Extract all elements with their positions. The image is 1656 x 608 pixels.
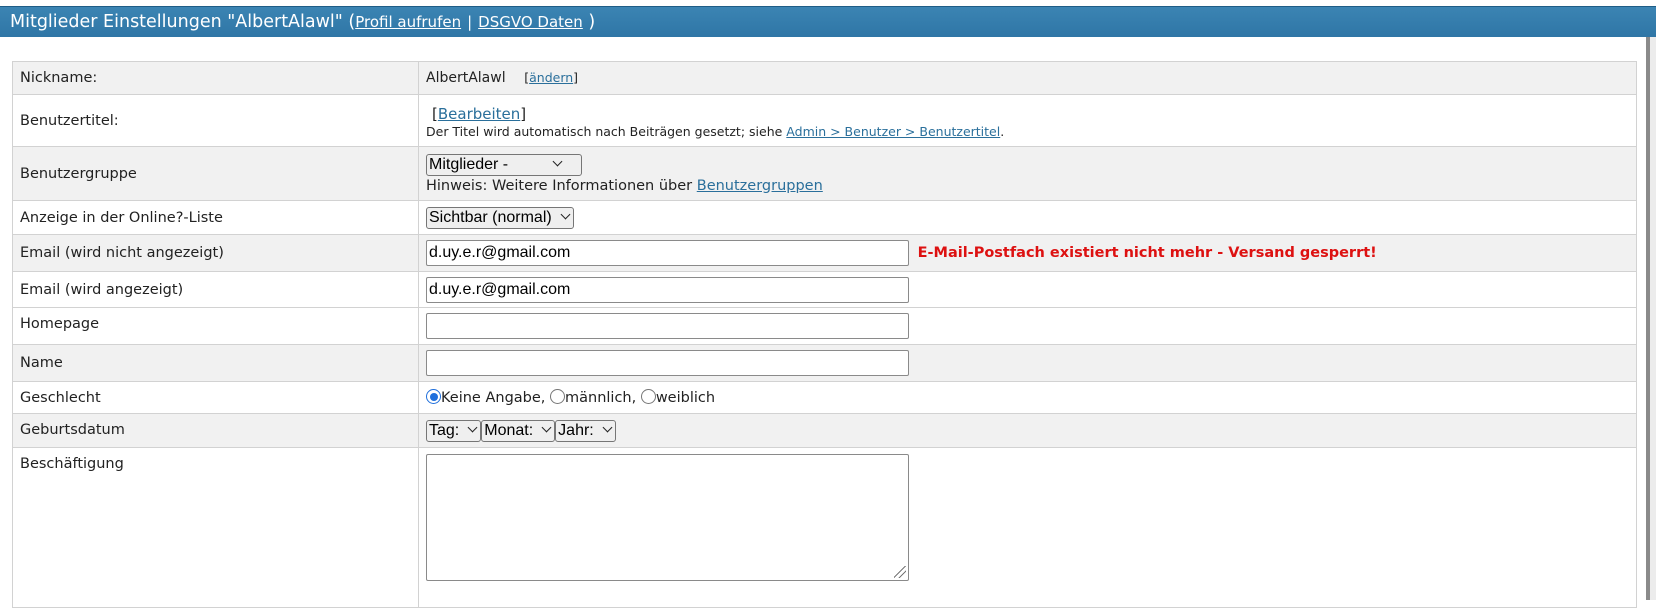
email-warning: E-Mail-Postfach existiert nicht mehr - V… bbox=[917, 245, 1377, 261]
page-header: Mitglieder Einstellungen "AlbertAlawl" (… bbox=[0, 6, 1656, 37]
chevron-down-icon bbox=[541, 422, 552, 432]
job-label: Beschäftigung bbox=[20, 456, 124, 472]
row-birthday: Geburtsdatum Tag: Monat: Jahr: bbox=[12, 413, 1637, 448]
row-online: Anzeige in der Online?-Liste Sichtbar (n… bbox=[12, 200, 1637, 235]
user-groups-link[interactable]: Benutzergruppen bbox=[697, 178, 823, 194]
edit-title-link[interactable]: Bearbeiten bbox=[438, 105, 520, 123]
group-label: Benutzergruppe bbox=[20, 165, 137, 182]
row-gender: Geschlecht Keine Angabe, männlich, weibl… bbox=[12, 381, 1637, 414]
dsgvo-link[interactable]: DSGVO Daten bbox=[478, 13, 583, 31]
gender-radio-male[interactable] bbox=[550, 389, 565, 404]
row-email-hidden: Email (wird nicht angezeigt) d.uy.e.r@gm… bbox=[12, 234, 1637, 272]
name-input[interactable] bbox=[426, 350, 909, 376]
user-titles-link[interactable]: Admin > Benutzer > Benutzertitel bbox=[786, 124, 1000, 139]
gender-option-female: weiblich bbox=[655, 389, 716, 406]
header-separator: | bbox=[467, 13, 473, 31]
chevron-down-icon bbox=[467, 422, 478, 432]
title-hint: Der Titel wird automatisch nach Beiträge… bbox=[426, 123, 1005, 139]
change-nickname-link[interactable]: ändern bbox=[529, 70, 573, 85]
gender-option-male: männlich, bbox=[565, 389, 637, 406]
email-shown-label: Email (wird angezeigt) bbox=[20, 281, 184, 298]
row-title: Benutzertitel: [Bearbeiten] Der Titel wi… bbox=[12, 94, 1637, 147]
row-name: Name bbox=[12, 344, 1637, 382]
row-homepage: Homepage bbox=[12, 307, 1637, 345]
birth-year-select[interactable]: Jahr: bbox=[555, 419, 616, 442]
homepage-input[interactable] bbox=[426, 313, 909, 339]
nickname-label: Nickname: bbox=[20, 70, 98, 86]
gender-radio-female[interactable] bbox=[640, 389, 656, 404]
email-shown-input[interactable]: d.uy.e.r@gmail.com bbox=[426, 276, 909, 303]
header-close-paren: ) bbox=[588, 12, 596, 32]
group-hint: Hinweis: Weitere Informationen über Benu… bbox=[426, 177, 823, 194]
page-title: Mitglieder Einstellungen "AlbertAlawl" ( bbox=[10, 12, 356, 32]
chevron-down-icon bbox=[552, 156, 563, 166]
online-visibility-select[interactable]: Sichtbar (normal) bbox=[426, 206, 574, 229]
change-nickname: [ändern] bbox=[524, 70, 579, 85]
job-textarea[interactable] bbox=[426, 454, 909, 581]
title-label: Benutzertitel: bbox=[20, 112, 119, 129]
birthday-label: Geburtsdatum bbox=[20, 422, 125, 438]
user-group-select[interactable]: Mitglieder - bbox=[426, 153, 582, 176]
edit-title: [Bearbeiten] bbox=[432, 104, 527, 123]
member-settings-form: Nickname: AlbertAlawl [ändern] Benutzert… bbox=[12, 61, 1637, 608]
name-label: Name bbox=[20, 355, 63, 371]
row-email-shown: Email (wird angezeigt) d.uy.e.r@gmail.co… bbox=[12, 271, 1637, 308]
profile-link[interactable]: Profil aufrufen bbox=[355, 13, 461, 31]
gender-option-none: Keine Angabe, bbox=[441, 389, 546, 406]
online-label: Anzeige in der Online?-Liste bbox=[20, 209, 223, 226]
panel-edge bbox=[1650, 37, 1656, 600]
homepage-label: Homepage bbox=[20, 316, 100, 332]
gender-label: Geschlecht bbox=[20, 389, 101, 406]
nickname-value: AlbertAlawl bbox=[426, 70, 506, 86]
birth-month-select[interactable]: Monat: bbox=[481, 419, 556, 442]
row-group: Benutzergruppe Mitglieder - Hinweis: Wei… bbox=[12, 146, 1637, 201]
row-job: Beschäftigung bbox=[12, 447, 1637, 608]
chevron-down-icon bbox=[560, 209, 571, 219]
email-hidden-label: Email (wird nicht angezeigt) bbox=[20, 245, 224, 261]
resize-handle-icon[interactable] bbox=[894, 566, 906, 578]
birth-day-select[interactable]: Tag: bbox=[426, 419, 482, 442]
email-hidden-input[interactable]: d.uy.e.r@gmail.com bbox=[426, 240, 909, 266]
chevron-down-icon bbox=[602, 422, 613, 432]
row-nickname: Nickname: AlbertAlawl [ändern] bbox=[12, 61, 1637, 95]
gender-radio-none[interactable] bbox=[426, 389, 441, 404]
